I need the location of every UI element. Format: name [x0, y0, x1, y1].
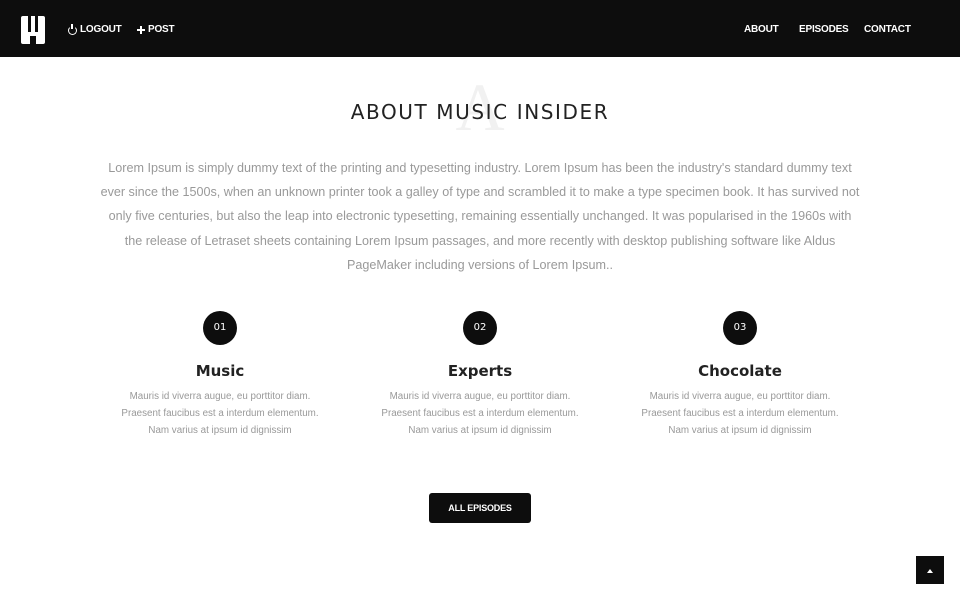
feature-description: Mauris id viverra augue, eu porttitor di…	[121, 391, 319, 436]
nav-episodes-label: EPISODES	[799, 24, 849, 35]
feature-title: Chocolate	[698, 362, 782, 380]
all-episodes-button[interactable]: ALL EPISODES	[429, 493, 531, 523]
nav-contact-label: CONTACT	[864, 24, 911, 35]
nav-about-link[interactable]: ABOUT	[744, 22, 779, 38]
feature-title: Experts	[447, 362, 513, 380]
feature-description: Mauris id viverra augue, eu porttitor di…	[381, 391, 579, 436]
post-label: POST	[148, 24, 175, 35]
feature-card-experts: 02 Experts Mauris id viverra augue, eu p…	[370, 311, 590, 439]
intro-paragraph: Lorem Ipsum is simply dummy text of the …	[100, 161, 860, 272]
section-title: ABOUT MUSIC INSIDER	[350, 100, 610, 124]
feature-title: Music	[195, 362, 245, 380]
logout-link[interactable]: LOGOUT	[68, 22, 122, 38]
nav-about-label: ABOUT	[744, 24, 779, 35]
logout-label: LOGOUT	[80, 24, 122, 35]
feature-card-music: 01 Music Mauris id viverra augue, eu por…	[110, 311, 330, 439]
top-navbar: LOGOUT POST ABOUT EPISODES CONTACT	[0, 0, 960, 57]
nav-episodes-link[interactable]: EPISODES	[799, 22, 849, 38]
plus-icon	[137, 26, 145, 34]
nav-contact-link[interactable]: CONTACT	[864, 22, 911, 38]
feature-number-badge: 01	[203, 311, 237, 345]
feature-number-badge: 03	[723, 311, 757, 345]
chevron-up-icon	[927, 569, 933, 573]
power-icon	[68, 23, 77, 35]
feature-card-chocolate: 03 Chocolate Mauris id viverra augue, eu…	[630, 311, 850, 439]
feature-description: Mauris id viverra augue, eu porttitor di…	[641, 391, 839, 436]
post-link[interactable]: POST	[137, 22, 175, 38]
site-logo[interactable]	[21, 16, 45, 44]
scroll-to-top-button[interactable]	[916, 556, 944, 584]
feature-number-badge: 02	[463, 311, 497, 345]
